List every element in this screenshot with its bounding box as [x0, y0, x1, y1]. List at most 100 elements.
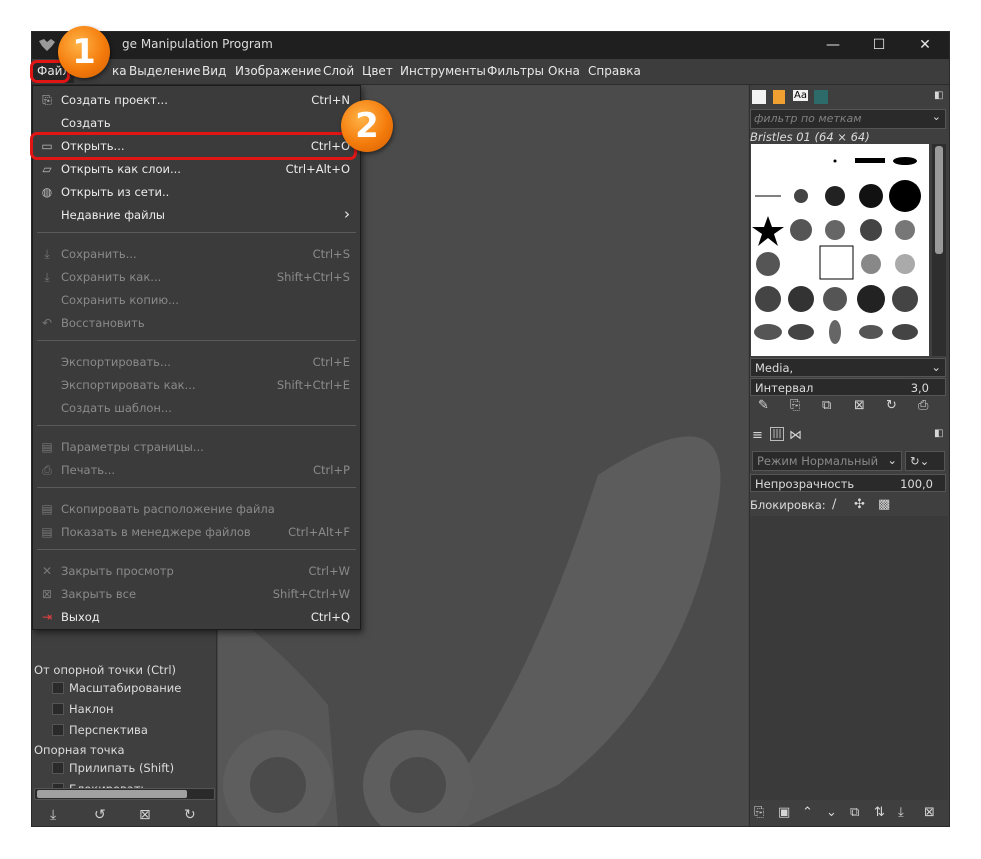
refresh-brushes-icon[interactable]: ↻ — [886, 398, 897, 413]
gradients-tab-icon[interactable] — [814, 90, 828, 104]
channels-tab-icon[interactable]: ||| — [770, 427, 784, 441]
save-options-icon[interactable]: ⤓ — [50, 807, 56, 823]
menu-item-close-view[interactable]: ✕ Закрыть просмотр Ctrl+W — [33, 560, 360, 583]
new-layer-group-icon[interactable]: ▣ — [778, 805, 790, 820]
menu-item-shortcut: Shift+Ctrl+W — [272, 587, 350, 601]
menu-view[interactable]: Вид — [202, 64, 226, 78]
brush-grid[interactable] — [751, 144, 929, 356]
perspective-checkbox[interactable] — [52, 724, 64, 736]
mask-layer-icon[interactable]: ⤓ — [898, 805, 904, 820]
menu-tools[interactable]: Инструменты — [400, 64, 486, 78]
menu-item-export-as[interactable]: Экспортировать как... Shift+Ctrl+E — [33, 374, 360, 397]
page-setup-icon: ▤ — [41, 440, 53, 454]
menu-item-shortcut: Ctrl+N — [311, 93, 350, 107]
lock-pixels-icon[interactable]: ∕ — [832, 497, 836, 512]
new-project-icon: ⎘ — [42, 93, 52, 107]
delete-options-icon[interactable]: ⊠ — [139, 807, 151, 823]
menu-item-show-in-file-manager[interactable]: ▤ Показать в менеджере файлов Ctrl+Alt+F — [33, 521, 360, 544]
open-brush-folder-icon[interactable]: ⎙ — [918, 398, 928, 413]
scrollbar-thumb[interactable] — [37, 790, 187, 798]
dock-menu-icon[interactable]: ◧ — [934, 428, 943, 439]
opacity-label: Непрозрачность — [755, 477, 855, 491]
brush-filter-input[interactable]: фильтр по меткам ⌄ — [750, 109, 946, 129]
minimize-button[interactable]: — — [810, 32, 856, 59]
menu-item-save-as[interactable]: ⤓ Сохранить как... Shift+Ctrl+S — [33, 266, 360, 289]
delete-layer-icon[interactable]: ⊠ — [924, 805, 935, 820]
brush-scrollbar[interactable] — [932, 144, 946, 356]
menu-item-create-template[interactable]: Создать шаблон... — [33, 397, 360, 420]
menu-separator — [37, 340, 356, 341]
brush-tag-select[interactable]: Media, ⌄ — [750, 358, 946, 377]
patterns-tab-icon[interactable] — [773, 90, 785, 104]
edit-brush-icon[interactable]: ✎ — [758, 398, 769, 413]
snap-checkbox[interactable] — [52, 762, 64, 774]
menu-item-quit[interactable]: ⇥ Выход Ctrl+Q — [33, 606, 360, 629]
pivot-label: От опорной точки (Ctrl) — [34, 663, 177, 677]
menu-item-label: Экспортировать... — [61, 355, 171, 369]
menu-item-open-location[interactable]: ◍ Открыть из сети.. — [33, 181, 360, 204]
reset-options-icon[interactable]: ↻ — [184, 807, 196, 823]
lock-alpha-icon[interactable]: ▩ — [878, 497, 890, 512]
duplicate-brush-icon[interactable]: ⧉ — [822, 398, 831, 413]
tool-options-scrollbar[interactable] — [34, 788, 215, 800]
menu-filters[interactable]: Фильтры — [487, 64, 544, 78]
print-icon: ⎙ — [42, 463, 52, 477]
layer-mode-select[interactable]: Режим Нормальный ⌄ — [752, 451, 902, 471]
mode-switch-button[interactable]: ↻⌄ — [905, 451, 945, 471]
menu-help[interactable]: Справка — [588, 64, 641, 78]
shear-checkbox[interactable] — [52, 703, 64, 715]
lock-position-icon[interactable]: ✣ — [854, 497, 865, 512]
dock-menu-icon[interactable]: ◧ — [934, 90, 943, 101]
scale-checkbox[interactable] — [52, 682, 64, 694]
anchor-layer-icon[interactable]: ⇅ — [874, 805, 885, 820]
menu-item-label: Создать — [61, 116, 111, 130]
menu-color[interactable]: Цвет — [362, 64, 393, 78]
new-layer-icon[interactable]: ⎘ — [754, 805, 764, 820]
gimp-logo-icon — [39, 39, 55, 51]
scale-label: Масштабирование — [69, 681, 182, 695]
menu-item-save[interactable]: ⤓ Сохранить... Ctrl+S — [33, 243, 360, 266]
menu-item-revert[interactable]: ↶ Восстановить — [33, 312, 360, 335]
pivot-point-label: Опорная точка — [34, 743, 125, 757]
menu-windows[interactable]: Окна — [548, 64, 580, 78]
fg-bg-tab-icon[interactable] — [752, 90, 766, 104]
menu-item-recent-files[interactable]: Недавние файлы › — [33, 204, 360, 227]
raise-layer-icon[interactable]: ⌃ — [802, 805, 813, 820]
new-brush-icon[interactable]: ⎘ — [790, 398, 800, 413]
restore-options-icon[interactable]: ↺ — [94, 807, 106, 823]
mode-switch-icon: ↻⌄ — [910, 454, 930, 468]
duplicate-layer-icon[interactable]: ⧉ — [850, 805, 859, 820]
spacing-slider[interactable]: Интервал 3,0 — [750, 378, 946, 396]
menu-select[interactable]: Выделение — [129, 64, 200, 78]
fonts-tab-icon[interactable]: Aa — [793, 90, 808, 101]
menu-item-copy-location[interactable]: ▤ Скопировать расположение файла — [33, 498, 360, 521]
menu-item-print[interactable]: ⎙ Печать... Ctrl+P — [33, 459, 360, 482]
menu-item-close-all[interactable]: ⊠ Закрыть все Shift+Ctrl+W — [33, 583, 360, 606]
spacing-value: 3,0 — [910, 381, 929, 395]
menu-item-label: Выход — [61, 610, 100, 624]
scrollbar-thumb[interactable] — [935, 146, 943, 254]
menu-edit[interactable]: ка — [112, 64, 127, 78]
menu-item-export[interactable]: Экспортировать... Ctrl+E — [33, 351, 360, 374]
chevron-down-icon: ⌄ — [931, 360, 941, 374]
menu-item-save-copy[interactable]: Сохранить копию... — [33, 289, 360, 312]
copy-location-icon: ▤ — [41, 502, 53, 516]
layers-tab-icon[interactable]: ≡ — [752, 428, 763, 443]
menu-image[interactable]: Изображение — [235, 64, 321, 78]
menu-item-label: Открыть из сети.. — [61, 185, 170, 199]
paths-tab-icon[interactable]: ⋈ — [789, 428, 802, 443]
maximize-button[interactable]: ☐ — [856, 32, 902, 59]
menu-item-open-as-layers[interactable]: ▱ Открыть как слои... Ctrl+Alt+O — [33, 158, 360, 181]
menu-layer[interactable]: Слой — [323, 64, 354, 78]
menu-item-shortcut: Ctrl+E — [312, 355, 350, 369]
menu-item-page-setup[interactable]: ▤ Параметры страницы... — [33, 436, 360, 459]
opacity-slider[interactable]: Непрозрачность 100,0 — [750, 474, 946, 492]
layers-list[interactable] — [750, 516, 948, 800]
close-view-icon: ✕ — [41, 564, 53, 578]
menu-item-label: Скопировать расположение файла — [61, 502, 275, 516]
close-button[interactable]: ✕ — [902, 32, 948, 59]
snap-label: Прилипать (Shift) — [69, 761, 175, 775]
menu-item-new-project[interactable]: ⎘ Создать проект... Ctrl+N — [33, 89, 360, 112]
delete-brush-icon[interactable]: ⊠ — [854, 398, 865, 413]
lower-layer-icon[interactable]: ⌄ — [826, 805, 837, 820]
